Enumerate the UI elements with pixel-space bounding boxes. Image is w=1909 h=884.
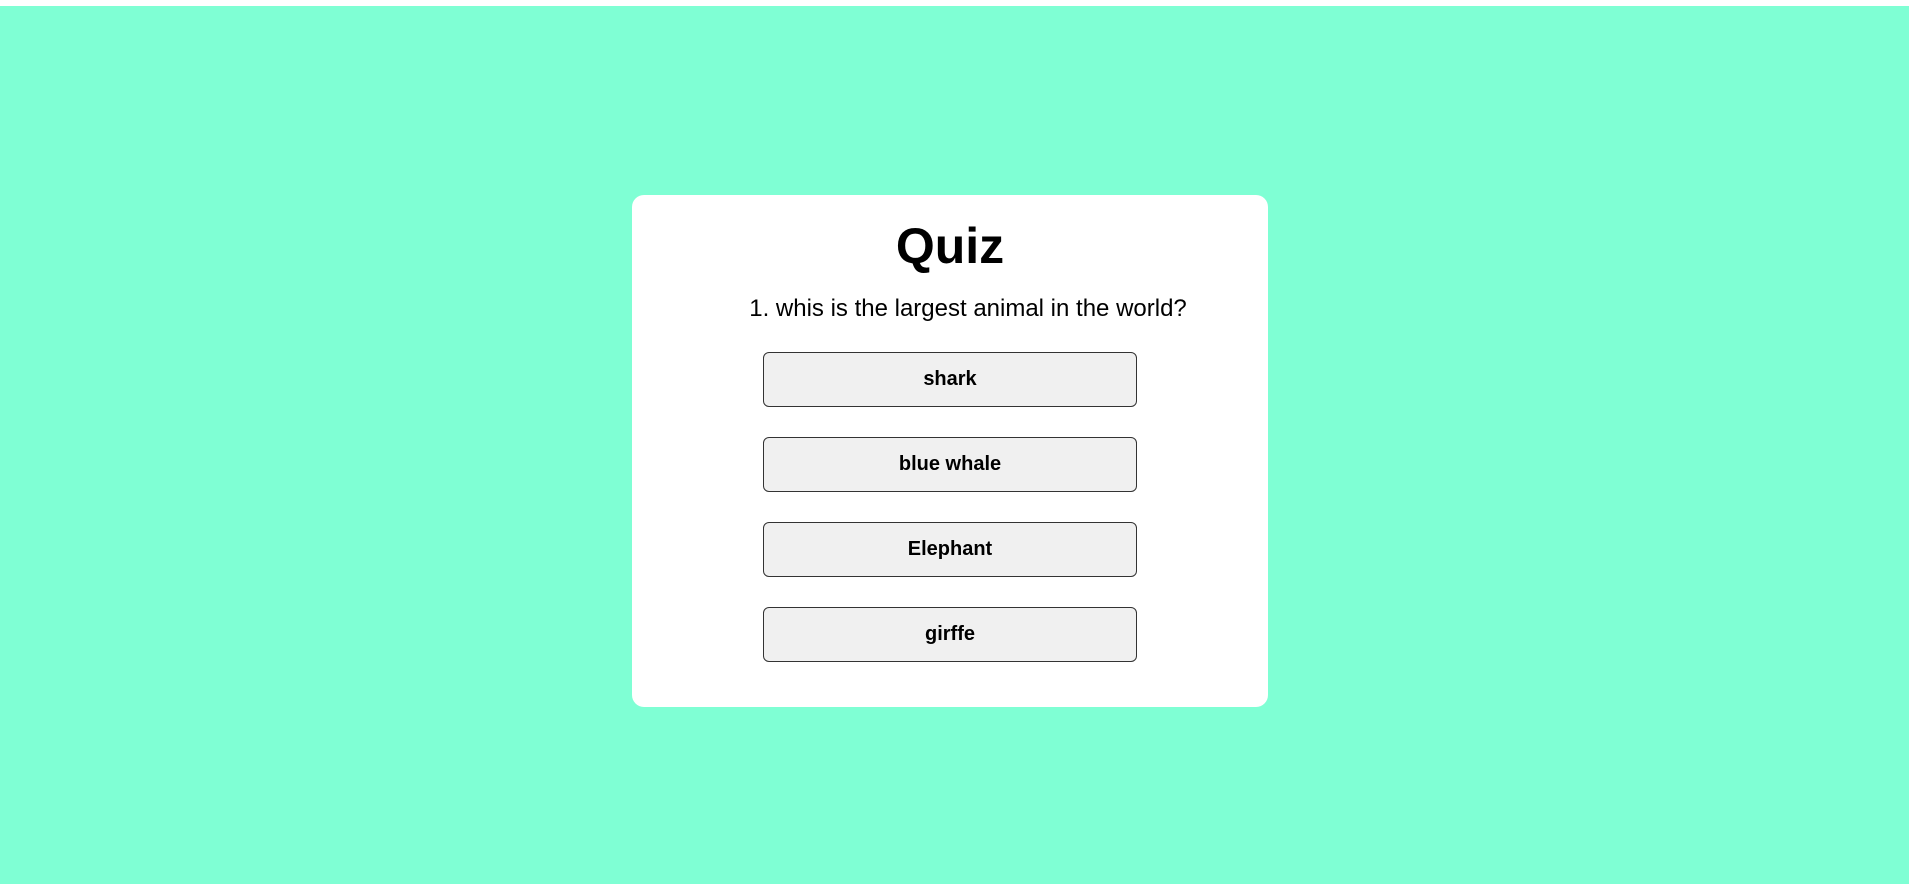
answer-button-blue-whale[interactable]: blue whale bbox=[763, 437, 1137, 492]
answer-button-elephant[interactable]: Elephant bbox=[763, 522, 1137, 577]
answer-button-shark[interactable]: shark bbox=[763, 352, 1137, 407]
answer-button-giraffe[interactable]: girffe bbox=[763, 607, 1137, 662]
quiz-card: Quiz 1. whis is the largest animal in th… bbox=[632, 195, 1268, 707]
quiz-title: Quiz bbox=[895, 218, 1005, 274]
question-text: 1. whis is the largest animal in the wor… bbox=[749, 295, 1187, 322]
answer-list: shark blue whale Elephant girffe bbox=[763, 352, 1137, 662]
